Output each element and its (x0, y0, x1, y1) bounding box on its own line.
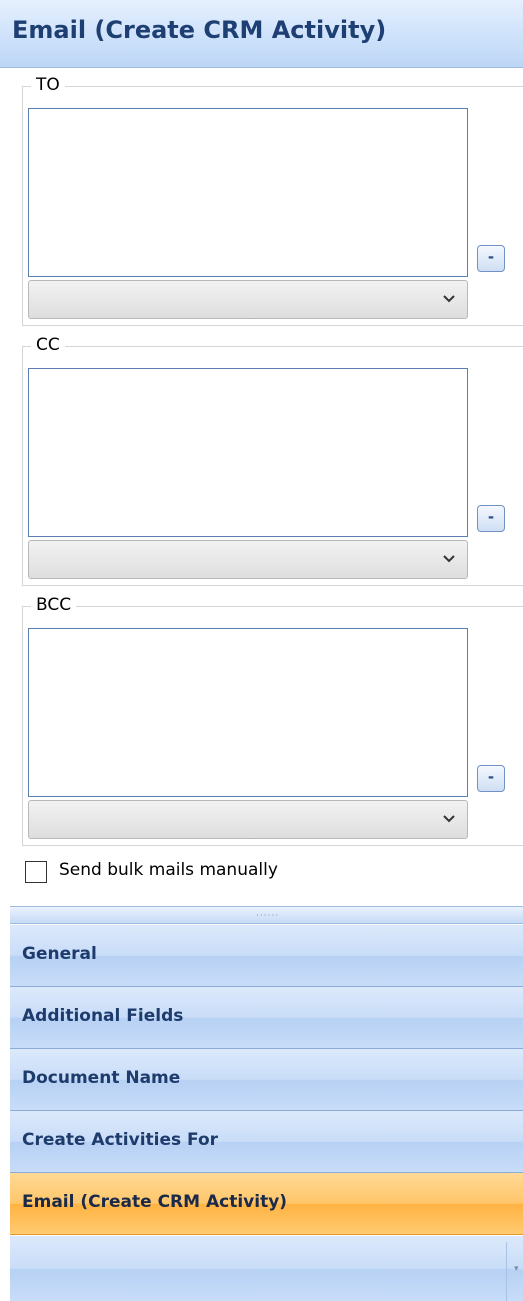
nav-item-email-create-crm-activity[interactable]: Email (Create CRM Activity) (10, 1173, 523, 1235)
panel-splitter[interactable]: ······ (10, 906, 523, 924)
nav-item-label: Additional Fields (22, 1006, 184, 1026)
chevron-down-icon (443, 295, 455, 303)
chevron-down-icon (443, 555, 455, 563)
bcc-legend: BCC (31, 595, 77, 615)
overflow-separator (506, 1242, 507, 1301)
bcc-remove-button[interactable]: - (477, 765, 505, 792)
nav-item-label: Email (Create CRM Activity) (22, 1192, 288, 1212)
cc-recipient-dropdown[interactable] (28, 540, 468, 579)
cc-remove-button[interactable]: - (477, 505, 505, 532)
nav-item-document-name[interactable]: Document Name (10, 1049, 523, 1111)
cc-recipients-list[interactable] (28, 368, 468, 537)
nav-item-general[interactable]: General (10, 925, 523, 987)
overflow-menu-icon[interactable]: ▾ (514, 1263, 519, 1274)
cc-group: CC - (22, 335, 523, 586)
send-bulk-mails-checkbox[interactable] (25, 861, 47, 883)
cc-legend: CC (31, 335, 65, 355)
to-legend: TO (31, 75, 65, 95)
grip-icon: ······ (256, 911, 280, 921)
bcc-recipients-list[interactable] (28, 628, 468, 797)
bcc-recipient-dropdown[interactable] (28, 800, 468, 839)
bcc-group: BCC - (22, 595, 523, 846)
nav-item-label: General (22, 944, 97, 964)
panel-title: Email (Create CRM Activity) (12, 16, 387, 44)
send-bulk-mails-label: Send bulk mails manually (59, 860, 278, 880)
navigation-overflow-bar: ▾ (10, 1236, 523, 1301)
panel-header: Email (Create CRM Activity) (0, 0, 523, 68)
to-recipients-list[interactable] (28, 108, 468, 277)
to-recipient-dropdown[interactable] (28, 280, 468, 319)
to-remove-button[interactable]: - (477, 245, 505, 272)
chevron-down-icon (443, 815, 455, 823)
to-group: TO - (22, 75, 523, 326)
nav-item-label: Create Activities For (22, 1130, 219, 1150)
nav-item-additional-fields[interactable]: Additional Fields (10, 987, 523, 1049)
nav-item-create-activities-for[interactable]: Create Activities For (10, 1111, 523, 1173)
nav-item-label: Document Name (22, 1068, 181, 1088)
